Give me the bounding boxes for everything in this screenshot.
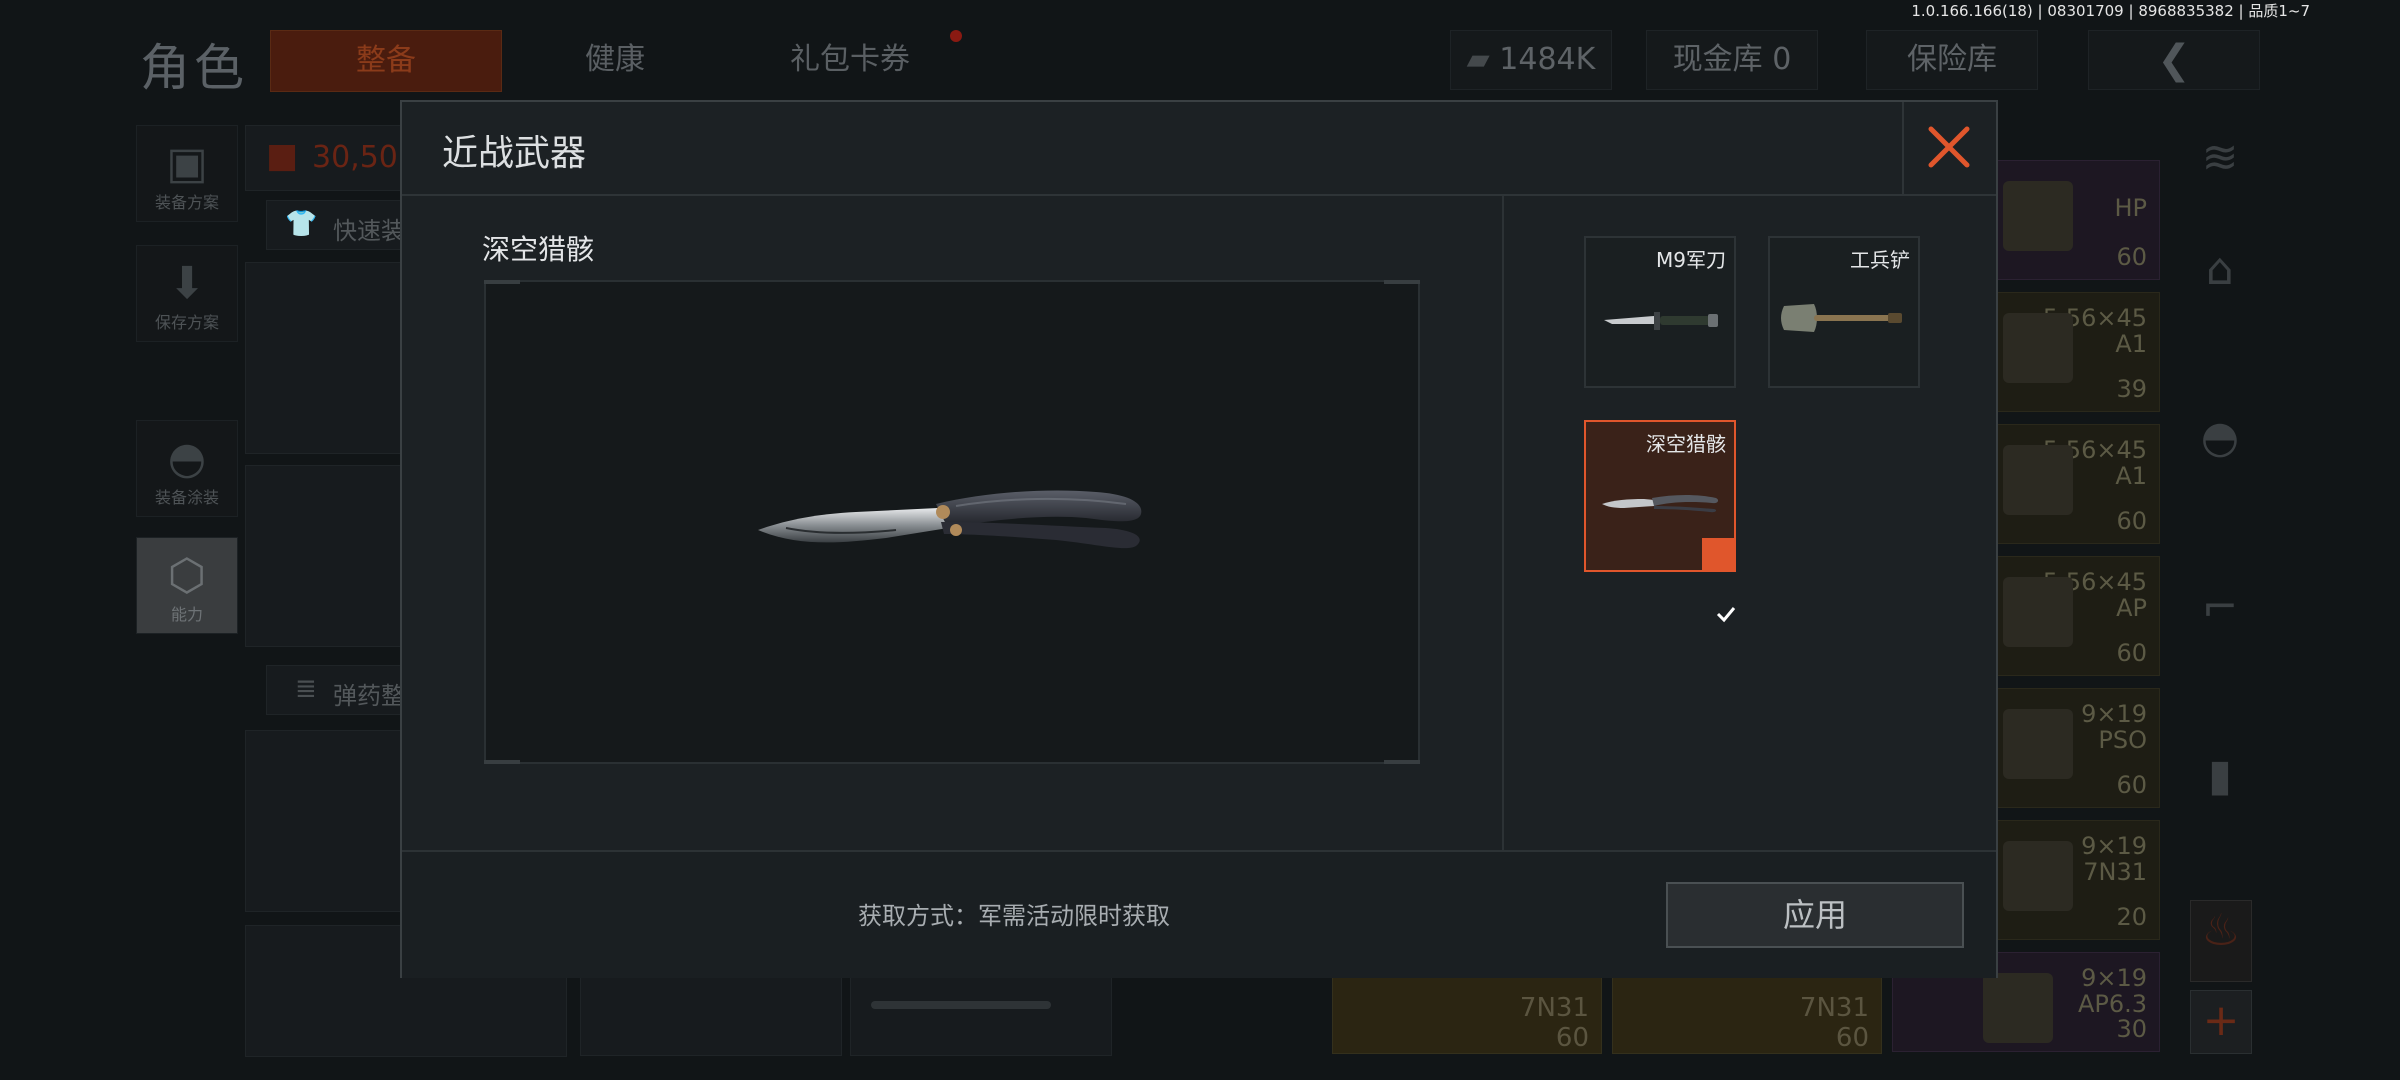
weapon-preview[interactable] (484, 280, 1420, 764)
dialog-body: 深空猎骸 M9军刀 工兵铲 深空猎骸 (402, 196, 1996, 850)
equip-slot[interactable] (245, 262, 407, 454)
flame-icon[interactable]: ♨ (2190, 900, 2252, 982)
melee-weapon-dialog: 近战武器 深空猎骸 M9军刀 工兵铲 深空猎骸 获取方式：军需活动限时获取 应用 (400, 100, 1998, 978)
ammo-count: 60 (1835, 1023, 1869, 1053)
ammo-image (2003, 181, 2073, 251)
dialog-header: 近战武器 (402, 102, 1996, 196)
ammo-card[interactable]: 5.56×45 A1 39 (1990, 292, 2160, 412)
shirt-icon: 👕 (285, 209, 318, 239)
cash-vault-button[interactable]: 现金库 0 (1646, 30, 1818, 90)
magazine-icon[interactable]: ▮ (2190, 746, 2250, 806)
currency-amount: 1484K (1499, 42, 1596, 77)
knife-thumb-icon (871, 1001, 1051, 1009)
close-icon (1928, 126, 1970, 168)
notification-dot (950, 30, 962, 42)
ammo-card[interactable]: 5.56×45 AP 60 (1990, 556, 2160, 676)
quick-equip-button[interactable]: 👕 快速装 (266, 200, 408, 250)
menu-save-plan[interactable]: ⬇ 保存方案 (136, 245, 238, 342)
menu-equip-plan[interactable]: ▣ 装备方案 (136, 125, 238, 222)
menu-ability[interactable]: ⬡ 能力 (136, 537, 238, 634)
menu-label: 能力 (170, 605, 203, 624)
back-button[interactable]: ❮ (2088, 30, 2260, 90)
weapon-slot-label: 深空猎骸 (1646, 432, 1726, 456)
cash-icon: ▰ (1466, 42, 1500, 77)
weapon-grid: M9军刀 工兵铲 深空猎骸 (1502, 196, 1998, 850)
preview-area: 深空猎骸 (402, 196, 1504, 850)
dialog-title: 近战武器 (442, 133, 587, 174)
menu-label: 装备方案 (154, 193, 219, 212)
tab-equip[interactable]: 整备 (270, 30, 502, 92)
value-text: 30,50 (312, 140, 398, 175)
page-title: 角色 (140, 39, 248, 97)
menu-label: 装备涂装 (154, 488, 219, 507)
version-text: 1.0.166.166(18) | 08301709 | 8968835382 … (1911, 2, 2310, 20)
ammo-count: 20 (2116, 903, 2147, 931)
selected-check-icon (1702, 538, 1736, 623)
insurance-button[interactable]: 保险库 (1866, 30, 2038, 90)
tab-gift-cards[interactable]: 礼包卡券 (740, 30, 960, 90)
shovel-icon (1781, 304, 1902, 332)
weapon-slot-label: 工兵铲 (1850, 248, 1910, 272)
menu-label: 保存方案 (154, 313, 219, 332)
bayonet-icon (1604, 312, 1718, 330)
helmet-side-icon[interactable]: ◓ (2190, 408, 2250, 468)
ammo-count: 60 (2116, 639, 2147, 667)
ammo-card[interactable]: HP 60 (1990, 160, 2160, 280)
back-arrow-icon: ❮ (2157, 37, 2191, 83)
home-icon[interactable]: ⌂ (2190, 240, 2250, 300)
ammo-card[interactable]: 9×19 PSO 60 (1990, 688, 2160, 808)
close-button[interactable] (1902, 102, 1996, 194)
butterfly-knife-icon (758, 490, 1142, 549)
ammo-count: 60 (2116, 243, 2147, 271)
ammo-image (2003, 577, 2073, 647)
ammo-card[interactable]: 9×19 7N31 20 (1990, 820, 2160, 940)
equip-slot[interactable] (245, 465, 407, 647)
helmet-icon: ◓ (167, 433, 207, 484)
ammo-sort-label: 弹药整 (333, 682, 405, 710)
ability-icon: ⬡ (167, 550, 207, 601)
ammo-image (2003, 313, 2073, 383)
weapon-slot-shovel[interactable]: 工兵铲 (1768, 236, 1920, 388)
equip-slot[interactable] (245, 730, 407, 912)
apply-button[interactable]: 应用 (1666, 882, 1964, 948)
weapon-slot-label: M9军刀 (1656, 248, 1726, 272)
menu-equip-skin[interactable]: ◓ 装备涂装 (136, 420, 238, 517)
tab-health[interactable]: 健康 (530, 30, 700, 90)
ammo-count: 60 (2116, 771, 2147, 799)
quick-equip-label: 快速装 (333, 217, 405, 245)
ammo-image (1983, 973, 2053, 1043)
backpack-icon: ■ (266, 136, 299, 176)
download-icon: ⬇ (168, 258, 206, 309)
add-icon[interactable]: + (2190, 990, 2252, 1054)
ammo-count: 60 (2116, 507, 2147, 535)
ammo-count: 60 (1555, 1023, 1589, 1053)
ammo-sort-button[interactable]: ≣ 弹药整 (266, 665, 408, 715)
rifle-icon[interactable]: ⌐ (2190, 578, 2250, 638)
selected-item-name: 深空猎骸 (482, 233, 595, 266)
butterfly-knife-icon (1602, 495, 1719, 513)
dialog-footer: 获取方式：军需活动限时获取 应用 (402, 850, 1996, 978)
acquisition-text: 获取方式：军需活动限时获取 (858, 902, 1170, 930)
ammo-count: 39 (2116, 375, 2147, 403)
ammo-card[interactable]: 5.56×45 A1 60 (1990, 424, 2160, 544)
ammo-image (2003, 709, 2073, 779)
refresh-stack-icon[interactable]: ≋ (2190, 128, 2250, 188)
ammo-count: 30 (2116, 1015, 2147, 1043)
weapon-slot-deep-space[interactable]: 深空猎骸 (1584, 420, 1736, 623)
vest-icon: ▣ (166, 138, 208, 189)
backpack-value: ■ 30,50 (245, 125, 407, 191)
ammo-icon: ≣ (295, 674, 317, 704)
ammo-image (2003, 445, 2073, 515)
weapon-slot-m9[interactable]: M9军刀 (1584, 236, 1736, 388)
currency-display: ▰ 1484K (1450, 30, 1612, 90)
ammo-image (2003, 841, 2073, 911)
